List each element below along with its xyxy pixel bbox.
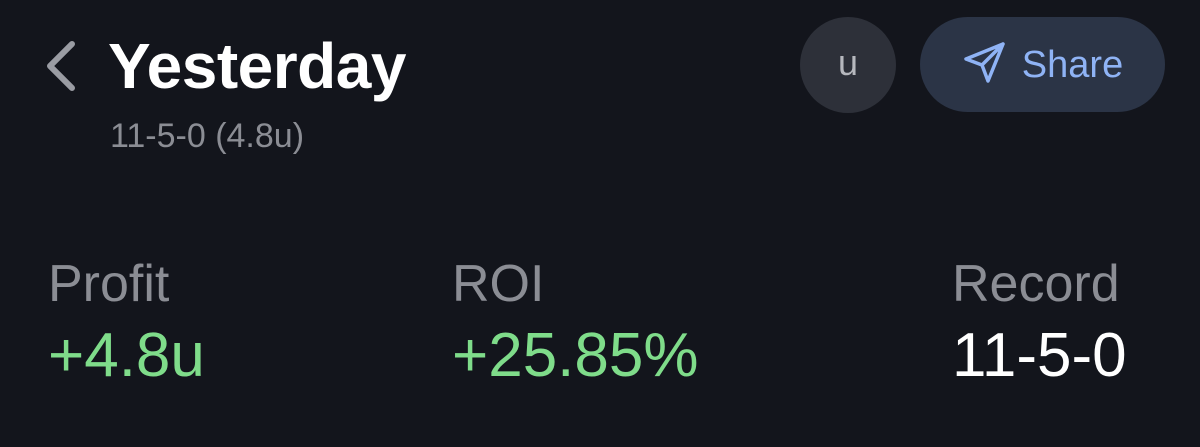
record-value: 11-5-0 — [952, 321, 1127, 390]
profit-value: +4.8u — [48, 321, 205, 390]
profit-stat: Profit +4.8u — [48, 252, 205, 394]
share-button[interactable]: Share — [920, 17, 1165, 112]
record-summary-subtitle: 11-5-0 (4.8u) — [110, 117, 305, 155]
record-stat: Record 11-5-0 — [952, 252, 1127, 394]
daily-summary-screen: Yesterday 11-5-0 (4.8u) u Share Profit +… — [0, 0, 1200, 447]
send-icon — [962, 39, 1008, 90]
roi-label: ROI — [452, 255, 545, 313]
unit-toggle-button[interactable]: u — [800, 17, 896, 113]
roi-value: +25.85% — [452, 321, 699, 390]
profit-label: Profit — [48, 255, 170, 313]
page-title: Yesterday — [108, 30, 406, 102]
unit-toggle-label: u — [837, 42, 859, 83]
back-button[interactable] — [36, 38, 86, 94]
chevron-left-icon — [44, 40, 78, 92]
roi-stat: ROI +25.85% — [452, 252, 699, 394]
share-button-label: Share — [1021, 43, 1124, 86]
record-label: Record — [952, 255, 1120, 313]
